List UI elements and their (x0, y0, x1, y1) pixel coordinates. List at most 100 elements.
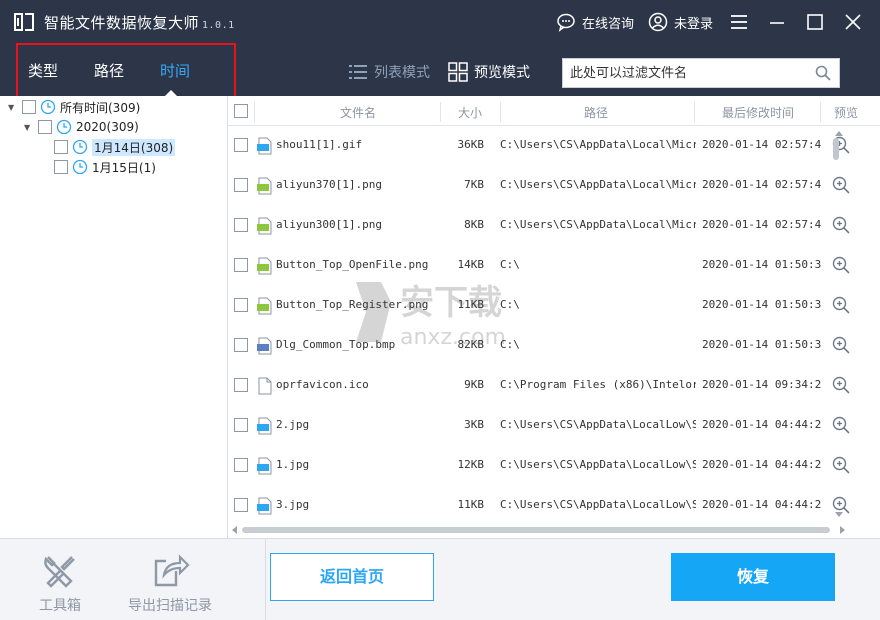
preview-mode-button[interactable]: 预览模式 (448, 62, 530, 82)
table-row[interactable]: 3.jpg 11KB C:\Users\CS\AppData\LocalLow\… (228, 486, 880, 526)
online-consult-label: 在线咨询 (582, 16, 635, 32)
ico-file-icon (258, 377, 272, 395)
file-modified-time: 2020-01-14 02:57:45 (702, 138, 822, 151)
preview-mode-label: 预览模式 (474, 65, 530, 81)
tree-node-all-time[interactable]: ▼ 所有时间(309) (8, 98, 140, 116)
zoom-preview-icon[interactable] (832, 376, 850, 394)
horizontal-scrollbar[interactable] (228, 524, 858, 536)
zoom-preview-icon[interactable] (832, 216, 850, 234)
table-row[interactable]: aliyun370[1].png 7KB C:\Users\CS\AppData… (228, 166, 880, 206)
toolbox-button[interactable]: 工具箱 (10, 551, 110, 615)
clock-icon (56, 119, 72, 135)
row-checkbox[interactable] (234, 258, 248, 272)
menu-icon[interactable] (728, 11, 750, 33)
row-checkbox[interactable] (234, 378, 248, 392)
file-path: C:\ (500, 298, 520, 311)
minimize-icon[interactable] (766, 11, 788, 33)
file-modified-time: 2020-01-14 04:44:29 (702, 418, 822, 431)
row-checkbox[interactable] (234, 178, 248, 192)
column-header-size[interactable]: 大小 (458, 104, 482, 121)
table-row[interactable]: oprfavicon.ico 9KB C:\Program Files (x86… (228, 366, 880, 406)
tools-icon (44, 556, 75, 588)
jpg-file-icon (257, 497, 272, 515)
scroll-up-icon[interactable] (835, 130, 843, 136)
online-consult-button[interactable]: 在线咨询 (556, 12, 634, 32)
close-icon[interactable] (842, 11, 864, 33)
table-row[interactable]: 1.jpg 12KB C:\Users\CS\AppData\LocalLow\… (228, 446, 880, 486)
column-header-name[interactable]: 文件名 (340, 104, 376, 121)
column-header-preview: 预览 (834, 106, 859, 120)
table-row[interactable]: Button_Top_Register.png 11KB C:\ 2020-01… (228, 286, 880, 326)
row-checkbox[interactable] (234, 138, 248, 152)
search-box (562, 58, 840, 88)
column-divider (500, 102, 501, 122)
list-mode-button[interactable]: 列表模式 (348, 62, 430, 82)
file-path: C:\Users\CS\AppData\Local\Micros (500, 138, 696, 151)
recover-button[interactable]: 恢复 (671, 553, 835, 601)
jpg-file-icon (257, 417, 272, 435)
zoom-preview-icon[interactable] (832, 296, 850, 314)
maximize-icon[interactable] (804, 11, 826, 33)
checkbox[interactable] (54, 140, 68, 154)
login-button[interactable]: 未登录 (648, 12, 713, 32)
file-path: C:\ (500, 338, 520, 351)
select-all-checkbox[interactable] (234, 104, 248, 118)
vertical-scrollbar-thumb[interactable] (833, 138, 839, 160)
checkbox[interactable] (38, 120, 52, 134)
column-header-time[interactable]: 最后修改时间 (722, 104, 794, 121)
checkbox[interactable] (54, 160, 68, 174)
column-header-path[interactable]: 路径 (584, 104, 608, 121)
search-input[interactable] (563, 59, 803, 87)
file-modified-time: 2020-01-14 04:44:29 (702, 498, 822, 511)
tree-node-year[interactable]: ▼ 2020(309) (24, 118, 139, 136)
file-table: 文件名 大小 路径 最后修改时间 预览 shou11[1].gif 36KB C… (228, 96, 880, 538)
app-title: 智能文件数据恢复大师 1.0.1 (44, 12, 235, 33)
row-checkbox[interactable] (234, 418, 248, 432)
user-icon (648, 12, 668, 32)
row-checkbox[interactable] (234, 338, 248, 352)
file-path: C:\Users\CS\AppData\LocalLow\Sog (500, 458, 696, 471)
file-name: 2.jpg (276, 418, 310, 431)
row-checkbox[interactable] (234, 298, 248, 312)
file-size: 11KB (457, 498, 485, 511)
scroll-down-icon[interactable] (835, 512, 843, 518)
app-name: 智能文件数据恢复大师 (44, 14, 200, 32)
file-path: C:\ (500, 258, 520, 271)
zoom-preview-icon[interactable] (832, 416, 850, 434)
row-checkbox[interactable] (234, 218, 248, 232)
row-checkbox[interactable] (234, 458, 248, 472)
back-home-button[interactable]: 返回首页 (270, 553, 434, 601)
bottom-bar: 工具箱 导出扫描记录 返回首页 恢复 (0, 538, 880, 620)
file-name: Dlg_Common_Top.bmp (276, 338, 396, 351)
table-row[interactable]: Button_Top_OpenFile.png 14KB C:\ 2020-01… (228, 246, 880, 286)
file-size: 7KB (464, 178, 484, 191)
png-file-icon (257, 217, 272, 235)
clock-icon (72, 159, 88, 175)
file-path: C:\Users\CS\AppData\Local\Micros (500, 218, 696, 231)
horizontal-scrollbar-thumb[interactable] (242, 527, 830, 533)
expand-arrow-icon[interactable]: ▼ (24, 123, 34, 132)
row-checkbox[interactable] (234, 498, 248, 512)
divider (265, 539, 266, 620)
app-logo-icon (14, 13, 34, 31)
export-label: 导出扫描记录 (128, 598, 212, 614)
file-size: 36KB (457, 138, 485, 151)
title-bar: 智能文件数据恢复大师 1.0.1 在线咨询 未登录 (0, 0, 880, 44)
search-icon[interactable] (815, 65, 831, 81)
zoom-preview-icon[interactable] (832, 336, 850, 354)
checkbox[interactable] (22, 100, 36, 114)
table-row[interactable]: aliyun300[1].png 8KB C:\Users\CS\AppData… (228, 206, 880, 246)
zoom-preview-icon[interactable] (832, 176, 850, 194)
tree-node-day[interactable]: 1月15日(1) (54, 158, 156, 176)
tree-node-day[interactable]: 1月14日(308) (54, 138, 176, 156)
export-scan-record-button[interactable]: 导出扫描记录 (120, 551, 220, 615)
table-row[interactable]: Dlg_Common_Top.bmp 82KB C:\ 2020-01-14 0… (228, 326, 880, 366)
jpg-file-icon (257, 457, 272, 475)
zoom-preview-icon[interactable] (832, 456, 850, 474)
table-row[interactable]: shou11[1].gif 36KB C:\Users\CS\AppData\L… (228, 126, 880, 166)
scroll-right-icon[interactable] (840, 526, 846, 534)
expand-arrow-icon[interactable]: ▼ (8, 103, 18, 112)
table-row[interactable]: 2.jpg 3KB C:\Users\CS\AppData\LocalLow\S… (228, 406, 880, 446)
scroll-left-icon[interactable] (231, 526, 237, 534)
zoom-preview-icon[interactable] (832, 256, 850, 274)
